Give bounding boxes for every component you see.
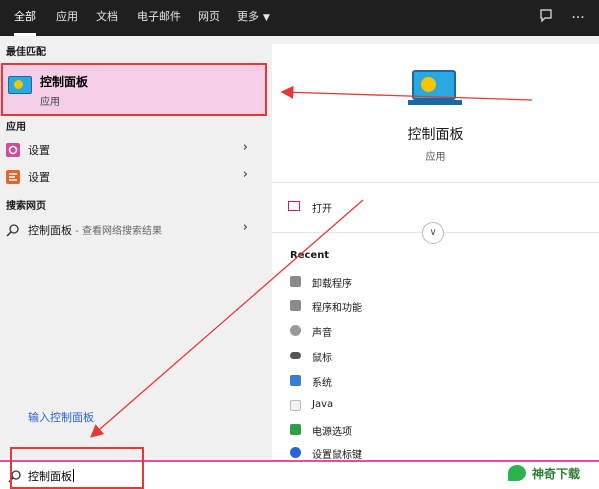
recent-header: Recent — [290, 250, 330, 261]
chevron-right-icon[interactable]: › — [243, 167, 248, 182]
settings-gear-icon — [6, 143, 20, 157]
system-icon — [290, 375, 301, 386]
recent-item[interactable]: 声音 — [290, 321, 550, 343]
app-result-settings[interactable]: 设置 › — [0, 137, 262, 163]
brand-name: 神奇下载 — [532, 467, 581, 481]
mouse-keys-icon — [290, 447, 301, 458]
brand-logo-icon — [508, 465, 526, 481]
java-icon — [290, 400, 301, 411]
recent-item[interactable]: 系统 — [290, 371, 550, 393]
open-icon — [288, 201, 300, 211]
web-search-sub: - 查看网络搜索结果 — [72, 226, 162, 237]
control-panel-icon — [408, 70, 462, 105]
recent-item-label: 设置鼠标键 — [312, 450, 362, 461]
details-title: 控制面板 — [407, 127, 464, 143]
recent-item-label: Java — [312, 399, 334, 410]
divider — [272, 182, 599, 183]
app-result-label: 设置 — [28, 171, 50, 184]
tab-more[interactable]: 更多 ▼ — [237, 0, 270, 36]
details-pane: 控制面板 应用 打开 ∨ Recent 卸载程序 程序和功能 声音 鼠标 系统 … — [272, 44, 599, 464]
recent-item[interactable]: 卸载程序 — [290, 272, 550, 294]
tab-email[interactable]: 电子邮件 — [137, 0, 181, 36]
tab-web[interactable]: 网页 — [198, 0, 220, 36]
recent-item[interactable]: Java — [290, 396, 550, 418]
web-search-header: 搜索网页 — [6, 201, 46, 212]
open-label: 打开 — [312, 204, 332, 215]
recent-item-label: 系统 — [312, 378, 332, 389]
uninstall-icon — [290, 276, 301, 287]
best-match-highlight — [1, 63, 267, 116]
web-search-query: 控制面板 — [28, 224, 72, 237]
search-icon — [6, 224, 19, 237]
best-match-header: 最佳匹配 — [6, 47, 46, 58]
open-action[interactable]: 打开 — [288, 198, 488, 218]
tab-apps[interactable]: 应用 — [56, 0, 78, 36]
results-pane: 最佳匹配 控制面板 应用 应用 设置 › 设置 › 搜索网页 控制面板 - 查看… — [0, 36, 270, 460]
recent-item-label: 声音 — [312, 328, 332, 339]
search-input-highlight — [10, 447, 144, 489]
annotation-hint: 输入控制面板 — [28, 411, 94, 424]
recent-item-label: 程序和功能 — [312, 303, 362, 314]
web-search-result[interactable]: 控制面板 - 查看网络搜索结果 › — [0, 217, 262, 243]
recent-item-label: 鼠标 — [312, 353, 332, 364]
expand-chevron-icon[interactable]: ∨ — [422, 222, 444, 244]
sound-icon — [290, 325, 301, 336]
chevron-down-icon: ▼ — [263, 13, 270, 23]
recent-item[interactable]: 电源选项 — [290, 420, 550, 442]
recent-item[interactable]: 鼠标 — [290, 346, 550, 368]
app-result-settings-2[interactable]: 设置 › — [0, 164, 262, 190]
recent-item[interactable]: 程序和功能 — [290, 296, 550, 318]
mouse-icon — [290, 352, 301, 359]
tab-documents[interactable]: 文档 — [96, 0, 118, 36]
details-subtitle: 应用 — [425, 152, 446, 163]
more-options-icon[interactable]: ··· — [568, 8, 588, 28]
recent-item-label: 电源选项 — [312, 427, 352, 438]
power-options-icon — [290, 424, 301, 435]
web-search-label: 控制面板 - 查看网络搜索结果 — [28, 222, 162, 238]
watermark-logo: 神奇下载 — [508, 463, 598, 485]
feedback-icon[interactable] — [536, 8, 556, 28]
chevron-right-icon[interactable]: › — [243, 140, 248, 155]
chevron-right-icon[interactable]: › — [243, 220, 248, 235]
app-result-label: 设置 — [28, 144, 50, 157]
apps-header: 应用 — [6, 122, 26, 133]
tab-more-label: 更多 — [237, 10, 259, 23]
settings-alt-icon — [6, 170, 20, 184]
recent-item-label: 卸载程序 — [312, 279, 352, 290]
search-scope-bar: 全部 应用 文档 电子邮件 网页 更多 ▼ ··· — [0, 0, 599, 36]
programs-icon — [290, 300, 301, 311]
tab-all[interactable]: 全部 — [14, 0, 36, 36]
